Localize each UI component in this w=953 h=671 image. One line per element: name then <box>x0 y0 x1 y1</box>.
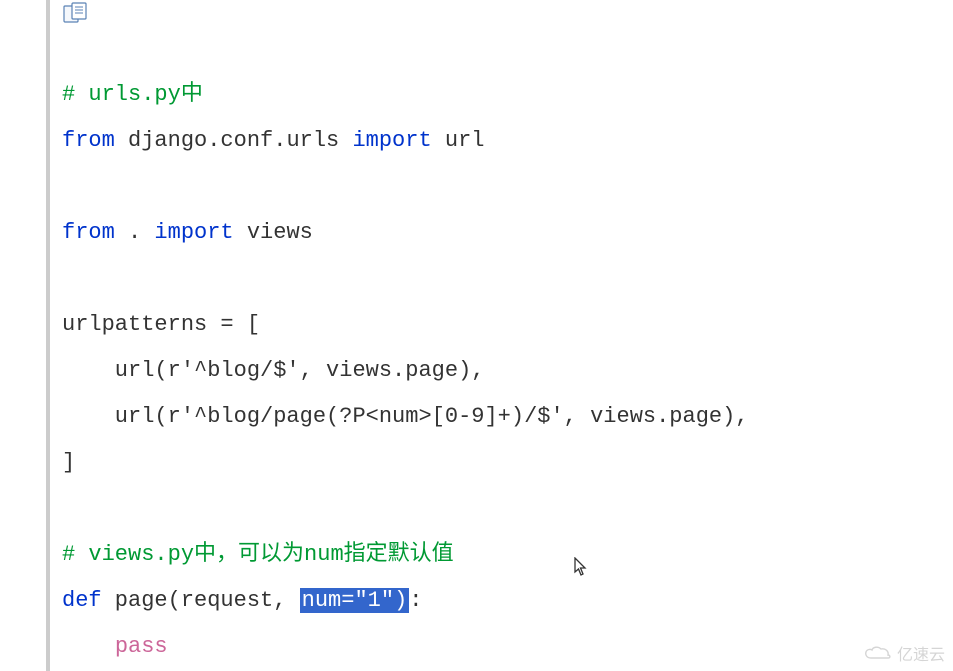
keyword-from: from <box>62 220 115 245</box>
code-text: django.conf.urls <box>115 128 353 153</box>
code-line-import-views: from . import views <box>62 210 953 256</box>
code-text: ] <box>62 450 75 475</box>
code-line-close-bracket: ] <box>62 440 953 486</box>
code-line-url2: url(r'^blog/page(?P<num>[0-9]+)/$', view… <box>62 394 953 440</box>
blank-line <box>62 164 953 210</box>
watermark: 亿速云 <box>863 641 945 665</box>
comment-text: # views.py <box>62 542 194 567</box>
code-line-import-url: from django.conf.urls import url <box>62 118 953 164</box>
keyword-from: from <box>62 128 115 153</box>
keyword-import: import <box>352 128 431 153</box>
blank-line <box>62 486 953 532</box>
code-line-url1: url(r'^blog/$', views.page), <box>62 348 953 394</box>
code-block: # urls.py中 from django.conf.urls import … <box>46 0 953 671</box>
comment-text: 中 <box>181 82 203 107</box>
comment-text: 中，可以为 <box>194 542 304 567</box>
cursor-icon <box>574 557 588 577</box>
copy-icon[interactable] <box>62 2 90 26</box>
keyword-def: def <box>62 588 102 613</box>
comment-text: num <box>304 542 344 567</box>
code-text: url <box>432 128 485 153</box>
code-text: url(r'^blog/page(?P<num>[0-9]+)/$', view… <box>62 404 749 429</box>
code-text: . <box>115 220 155 245</box>
comment-text: 指定默认值 <box>344 542 454 567</box>
code-line-comment-views: # views.py中，可以为num指定默认值 <box>62 532 953 578</box>
code-text: : <box>409 588 422 613</box>
code-text: page(request, <box>102 588 300 613</box>
code-text: url(r'^blog/$', views.page), <box>62 358 484 383</box>
comment-text: # urls.py <box>62 82 181 107</box>
code-text: views <box>234 220 313 245</box>
watermark-text: 亿速云 <box>897 641 945 665</box>
code-indent <box>62 634 115 659</box>
code-line-comment-urls: # urls.py中 <box>62 72 953 118</box>
code-line-pass: pass <box>62 624 953 670</box>
blank-line <box>62 256 953 302</box>
keyword-import: import <box>154 220 233 245</box>
keyword-pass: pass <box>115 634 168 659</box>
code-line-def: def page(request, num="1"): <box>62 578 953 624</box>
code-text: urlpatterns = [ <box>62 312 260 337</box>
code-line-urlpatterns: urlpatterns = [ <box>62 302 953 348</box>
selected-text[interactable]: num="1") <box>300 588 410 613</box>
cloud-icon <box>863 644 893 662</box>
